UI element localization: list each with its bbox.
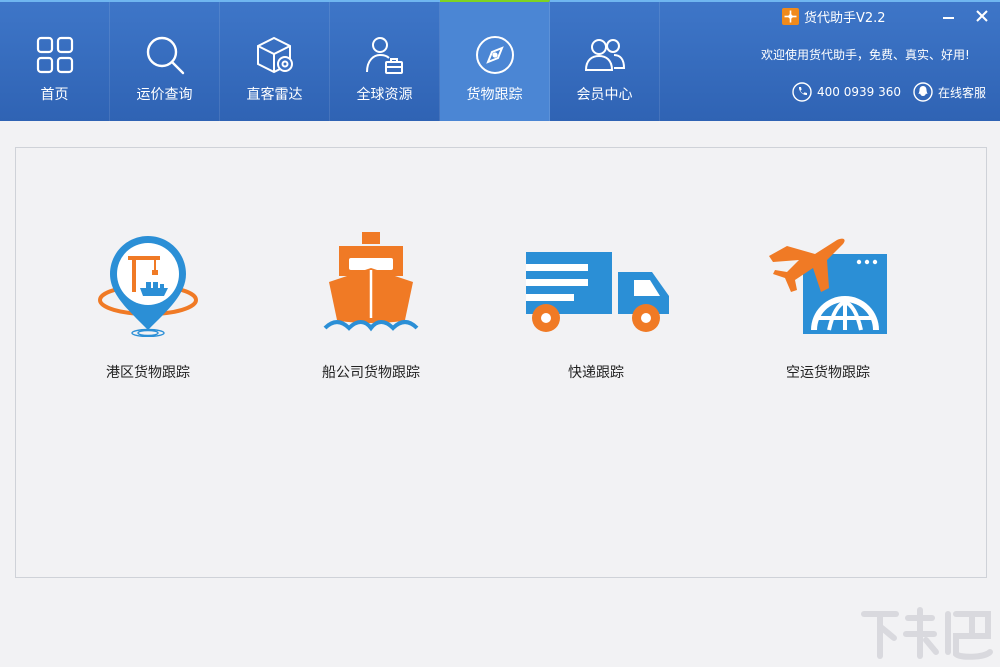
truck-icon	[526, 252, 669, 332]
online-service-link[interactable]: 在线客服	[913, 82, 986, 102]
nav-item-label: 货物跟踪	[466, 87, 523, 103]
main-nav: 首页 运价查询 直客雷达 全球资源 货物跟踪 会员中心	[0, 0, 660, 121]
card-label: 空运货物跟踪	[786, 365, 870, 381]
nav-item-client-radar[interactable]: 直客雷达	[220, 2, 330, 121]
users-icon	[584, 39, 625, 71]
card-label: 船公司货物跟踪	[322, 365, 420, 381]
express-tracking-card[interactable]: 快递跟踪	[521, 232, 671, 382]
watermark-logo	[861, 607, 993, 660]
nav-item-home[interactable]: 首页	[0, 2, 110, 121]
app-logo-icon	[782, 8, 799, 25]
app-title: 货代助手V2.2	[782, 7, 886, 26]
search-icon	[146, 36, 184, 75]
nav-item-label: 运价查询	[136, 87, 193, 103]
nav-item-rate-search[interactable]: 运价查询	[110, 2, 220, 121]
port-location-icon	[98, 236, 198, 337]
nav-item-global-resources[interactable]: 全球资源	[330, 2, 440, 121]
shipping-company-tracking-card[interactable]: 船公司货物跟踪	[296, 232, 446, 382]
phone-number: 400 0939 360	[817, 85, 901, 99]
close-icon[interactable]	[974, 8, 990, 24]
person-briefcase-icon	[365, 37, 403, 74]
air-cargo-tracking-card[interactable]: 空运货物跟踪	[753, 232, 903, 382]
port-cargo-tracking-card[interactable]: 港区货物跟踪	[73, 232, 223, 382]
top-navigation-bar: 首页 运价查询 直客雷达 全球资源 货物跟踪 会员中心 货代助手V2.2 欢迎使…	[0, 0, 1000, 121]
compass-icon	[475, 36, 514, 74]
box-radar-icon	[256, 36, 293, 74]
online-service-label: 在线客服	[938, 85, 987, 100]
nav-item-label: 全球资源	[356, 87, 413, 103]
welcome-text: 欢迎使用货代助手，免费、真实、好用!	[761, 48, 970, 62]
phone-icon	[792, 82, 812, 102]
phone-contact: 400 0939 360	[792, 82, 901, 102]
airplane-globe-icon	[769, 238, 887, 334]
tracking-options-panel: 港区货物跟踪 船公司货物跟踪 快递跟踪 空运货物跟踪	[15, 147, 987, 578]
nav-item-label: 会员中心	[576, 87, 633, 103]
nav-item-cargo-tracking[interactable]: 货物跟踪	[440, 0, 550, 121]
qq-chat-icon	[913, 82, 933, 102]
nav-item-label: 首页	[40, 87, 69, 103]
ship-icon	[323, 232, 419, 332]
app-title-text: 货代助手V2.2	[804, 11, 886, 26]
nav-item-label: 直客雷达	[246, 87, 303, 103]
minimize-icon[interactable]	[941, 8, 957, 24]
grid-icon	[36, 36, 73, 74]
card-label: 港区货物跟踪	[106, 365, 190, 381]
nav-item-member-center[interactable]: 会员中心	[550, 2, 660, 121]
card-label: 快递跟踪	[568, 365, 624, 381]
